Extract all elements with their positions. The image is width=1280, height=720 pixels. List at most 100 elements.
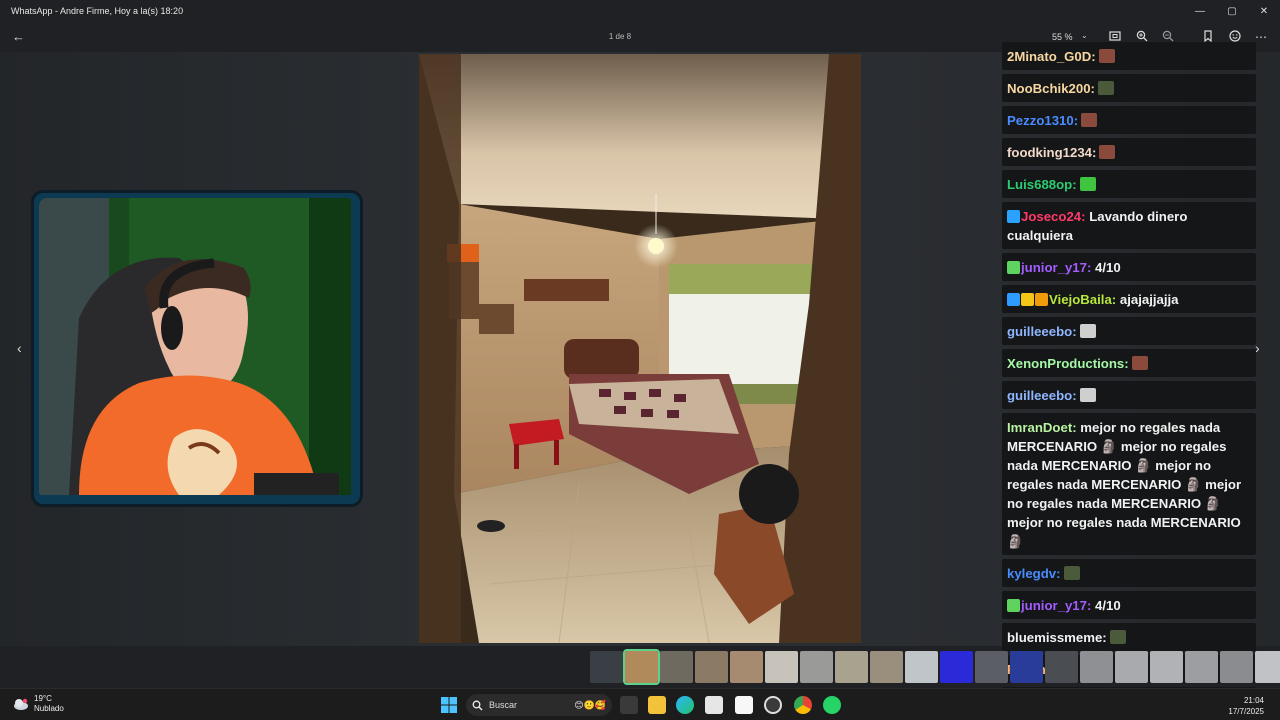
windows-start-icon[interactable] bbox=[440, 696, 458, 714]
back-arrow-icon[interactable]: ← bbox=[12, 30, 26, 44]
media-thumbnail[interactable] bbox=[940, 651, 973, 683]
chrome-icon[interactable] bbox=[794, 696, 812, 714]
media-thumbnail[interactable] bbox=[800, 651, 833, 683]
chat-username: XenonProductions: bbox=[1007, 356, 1129, 371]
windows-taskbar: 19°C Nublado Buscar 😊🙂🥰 21:04 17/7/2025 bbox=[0, 688, 1280, 720]
chat-username: bluemissmeme: bbox=[1007, 630, 1107, 645]
media-thumbnail[interactable] bbox=[1115, 651, 1148, 683]
chat-username: ImranDoet: bbox=[1007, 420, 1077, 435]
webcam-overlay bbox=[31, 190, 363, 507]
chat-emote-icon bbox=[1098, 49, 1115, 63]
chat-message: Luis688op: bbox=[1002, 170, 1256, 198]
chat-username: Luis688op: bbox=[1007, 177, 1077, 192]
chat-badge-icon bbox=[1007, 599, 1020, 612]
chat-username: ViejoBaila: bbox=[1049, 292, 1117, 307]
chat-username: kylegdv: bbox=[1007, 566, 1061, 581]
chat-emote-icon bbox=[1079, 324, 1096, 338]
chat-username: NooBchik200: bbox=[1007, 81, 1095, 96]
chat-message: guilleeebo: bbox=[1002, 317, 1256, 345]
media-thumbnail[interactable] bbox=[905, 651, 938, 683]
chat-message: bluemissmeme: bbox=[1002, 623, 1256, 651]
close-button[interactable]: ✕ bbox=[1248, 0, 1280, 22]
task-view-icon[interactable] bbox=[620, 696, 638, 714]
system-clock[interactable]: 21:04 17/7/2025 bbox=[1228, 695, 1264, 717]
window-controls: — ▢ ✕ bbox=[1184, 0, 1280, 22]
chat-message: XenonProductions: bbox=[1002, 349, 1256, 377]
chevron-down-icon[interactable]: ⌄ bbox=[1081, 31, 1088, 40]
media-thumbnail[interactable] bbox=[695, 651, 728, 683]
taskbar-search[interactable]: Buscar 😊🙂🥰 bbox=[466, 694, 612, 716]
maximize-button[interactable]: ▢ bbox=[1216, 0, 1248, 22]
chat-emote-icon bbox=[1109, 630, 1126, 644]
media-thumbnail[interactable] bbox=[1080, 651, 1113, 683]
chevron-left-icon[interactable]: ‹ bbox=[17, 340, 22, 356]
clock-time: 21:04 bbox=[1243, 696, 1264, 705]
media-thumbnail[interactable] bbox=[870, 651, 903, 683]
chat-text: 4/10 bbox=[1095, 260, 1121, 275]
media-thumbnail[interactable] bbox=[660, 651, 693, 683]
chat-text: 4/10 bbox=[1095, 598, 1121, 613]
bedroom-photo bbox=[419, 54, 861, 643]
obs-icon[interactable] bbox=[764, 696, 782, 714]
document-icon[interactable] bbox=[735, 696, 753, 714]
chat-text: mejor no regales nada MERCENARIO 🗿 mejor… bbox=[1007, 420, 1242, 549]
chat-message: 2Minato_G0D: bbox=[1002, 42, 1256, 70]
edge-browser-icon[interactable] bbox=[676, 696, 694, 714]
media-thumbnail[interactable] bbox=[1150, 651, 1183, 683]
chat-emote-icon bbox=[1081, 113, 1098, 127]
search-placeholder: Buscar bbox=[489, 700, 518, 710]
chat-username: junior_y17: bbox=[1021, 260, 1092, 275]
media-thumbnail[interactable] bbox=[1010, 651, 1043, 683]
streamer-video bbox=[39, 198, 355, 499]
chat-username: guilleeebo: bbox=[1007, 324, 1077, 339]
media-thumbnail[interactable] bbox=[623, 649, 660, 685]
weather-temperature: 19°C bbox=[34, 694, 52, 703]
media-thumbnail[interactable] bbox=[1220, 651, 1253, 683]
weather-condition: Nublado bbox=[34, 704, 64, 713]
chat-username: 2Minato_G0D: bbox=[1007, 49, 1096, 64]
chat-emote-icon bbox=[1079, 177, 1096, 191]
media-counter: 1 de 8 bbox=[608, 32, 632, 41]
chat-username: Joseco24: bbox=[1021, 209, 1086, 224]
chat-badge-icon bbox=[1007, 261, 1020, 274]
chat-username: foodking1234: bbox=[1007, 145, 1097, 160]
chat-message: kylegdv: bbox=[1002, 559, 1256, 587]
chat-text: ajajajjajja bbox=[1119, 292, 1179, 307]
media-thumbnail[interactable] bbox=[765, 651, 798, 683]
media-thumbnail[interactable] bbox=[1255, 651, 1280, 683]
chat-message: junior_y17: 4/10 bbox=[1002, 253, 1256, 281]
search-highlight-icon: 😊🙂🥰 bbox=[574, 699, 606, 710]
zoom-level[interactable]: 55 % bbox=[1052, 32, 1073, 42]
chat-message: guilleeebo: bbox=[1002, 381, 1256, 409]
media-thumbnail[interactable] bbox=[730, 651, 763, 683]
clock-date: 17/7/2025 bbox=[1228, 707, 1264, 716]
thumbnail-strip bbox=[590, 649, 1280, 685]
chat-badge-icon bbox=[1021, 293, 1034, 306]
chat-message: junior_y17: 4/10 bbox=[1002, 591, 1256, 619]
chat-badge-icon bbox=[1007, 210, 1020, 223]
chat-username: junior_y17: bbox=[1021, 598, 1092, 613]
chat-emote-icon bbox=[1099, 145, 1116, 159]
chat-message: NooBchik200: bbox=[1002, 74, 1256, 102]
whatsapp-icon[interactable] bbox=[823, 696, 841, 714]
chat-emote-icon bbox=[1063, 566, 1080, 580]
chat-message: foodking1234: bbox=[1002, 138, 1256, 166]
more-options-icon[interactable]: ⋯ bbox=[1254, 30, 1268, 44]
chat-message: ViejoBaila: ajajajjajja bbox=[1002, 285, 1256, 313]
chat-message: Joseco24: Lavando dinero cualquiera bbox=[1002, 202, 1256, 249]
weather-widget[interactable]: 19°C Nublado bbox=[12, 694, 64, 714]
chat-message: Pezzo1310: bbox=[1002, 106, 1256, 134]
media-thumbnail[interactable] bbox=[835, 651, 868, 683]
minimize-button[interactable]: — bbox=[1184, 0, 1216, 22]
store-icon[interactable] bbox=[705, 696, 723, 714]
chat-username: guilleeebo: bbox=[1007, 388, 1077, 403]
media-thumbnail[interactable] bbox=[1185, 651, 1218, 683]
chat-emote-icon bbox=[1079, 388, 1096, 402]
search-icon bbox=[472, 700, 483, 710]
media-thumbnail[interactable] bbox=[590, 651, 623, 683]
file-explorer-icon[interactable] bbox=[648, 696, 666, 714]
media-thumbnail[interactable] bbox=[1045, 651, 1078, 683]
window-title: WhatsApp - Andre Firme, Hoy a la(s) 18:2… bbox=[11, 6, 184, 16]
media-thumbnail[interactable] bbox=[975, 651, 1008, 683]
chat-emote-icon bbox=[1131, 356, 1148, 370]
